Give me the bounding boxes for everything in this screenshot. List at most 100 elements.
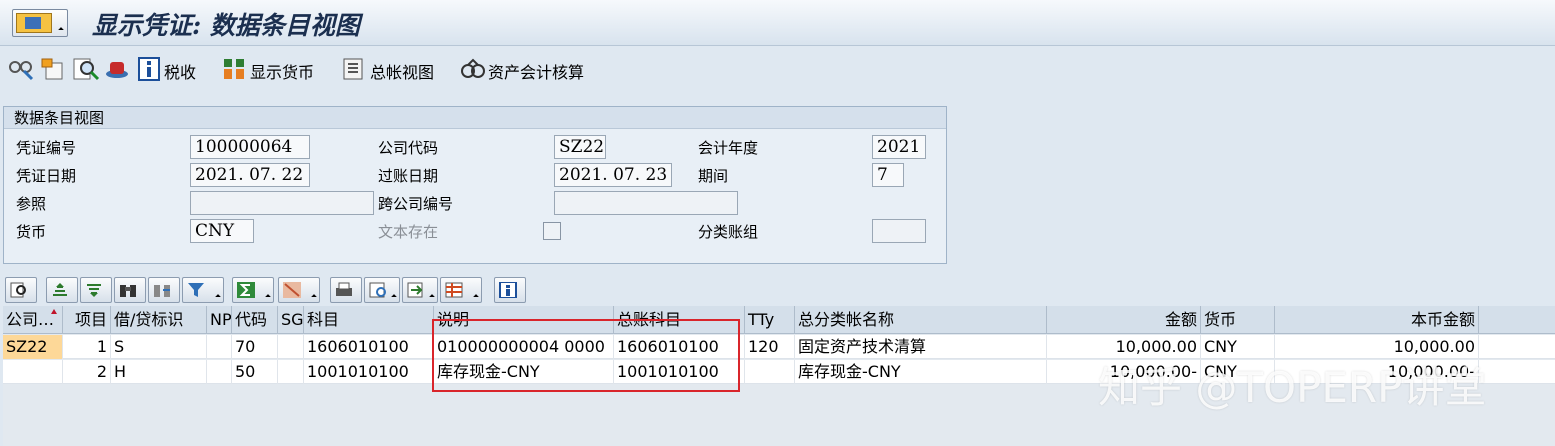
col-dc-indicator[interactable]: 借/贷标识 [111,306,207,334]
group-title: 数据条目视图 [4,107,946,129]
ledger-group-label: 分类账组 [698,223,759,241]
currency-label: 货币 [16,223,47,241]
find-button[interactable] [114,277,146,303]
doc-number-label: 凭证编号 [16,139,77,157]
print-button[interactable] [330,277,362,303]
sort-desc-button[interactable] [80,277,112,303]
filter-button[interactable] [182,277,224,303]
col-gl-name[interactable]: 总分类帐名称 [795,306,1047,334]
asset-icon[interactable] [460,57,486,81]
cell-np[interactable] [207,335,232,359]
col-amount[interactable]: 金额 [1047,306,1201,334]
export-button[interactable] [402,277,438,303]
info-icon [499,282,517,298]
info-icon[interactable] [138,57,160,81]
col-np[interactable]: NP [207,306,232,334]
doc-number-field[interactable]: 100000064 [190,135,310,159]
cell-sg[interactable] [278,360,304,384]
title-bar: 显示凭证: 数据条目视图 [0,0,1555,46]
fiscal-year-field[interactable]: 2021 [872,135,926,159]
cell-code[interactable]: 70 [232,335,278,359]
cell-item[interactable]: 1 [63,335,111,359]
currency-icon[interactable] [222,57,246,81]
asset-accounting-label[interactable]: 资产会计核算 [488,59,584,83]
find-next-button[interactable] [148,277,180,303]
menu-icon [16,13,52,33]
cell-account[interactable]: 1606010100 [304,335,434,359]
gl-view-label[interactable]: 总帐视图 [370,59,434,83]
layout-icon [445,282,463,298]
reference-label: 参照 [16,195,47,213]
period-field[interactable]: 7 [872,163,904,187]
company-code-field[interactable]: SZ22 [554,135,606,159]
alv-toolbar [0,274,1555,306]
text-exists-checkbox[interactable] [543,222,561,240]
filter-icon [188,283,204,297]
hat-icon[interactable] [104,57,130,81]
sort-descending-icon [87,284,101,297]
glasses-icon[interactable] [8,57,34,81]
cell-gl-name[interactable]: 库存现金-CNY [795,360,1047,384]
views-icon [369,282,386,298]
cell-tty[interactable]: 120 [745,335,795,359]
dropdown-arrow-icon [311,294,317,300]
cell-np[interactable] [207,360,232,384]
cell-gl-name[interactable]: 固定资产技术清算 [795,335,1047,359]
document-change-icon[interactable] [40,57,66,81]
posting-date-field[interactable]: 2021. 07. 23 [554,163,672,187]
col-code[interactable]: 代码 [232,306,278,334]
col-sg[interactable]: SG [278,306,304,334]
subtotal-icon [283,282,301,298]
system-menu-button[interactable] [12,9,68,37]
find-next-icon [154,285,170,297]
highlight-box [432,319,740,392]
cell-sg[interactable] [278,335,304,359]
col-tty[interactable]: TTy [745,306,795,334]
dropdown-arrow-icon [391,294,397,300]
col-item[interactable]: 项目 [63,306,111,334]
dropdown-arrow-icon [429,294,435,300]
cell-account[interactable]: 1001010100 [304,360,434,384]
reference-field[interactable] [190,191,374,215]
cell-item[interactable]: 2 [63,360,111,384]
table-header: 公司… 项目 借/贷标识 NP 代码 SG 科目 说明 总账科目 TTy 总分类… [3,306,1555,334]
details-button[interactable] [5,277,37,303]
watermark: 知乎 @TOPERP讲堂 [1098,363,1487,412]
cross-company-field[interactable] [554,191,738,215]
cell-dc[interactable]: H [111,360,207,384]
sort-asc-button[interactable] [46,277,78,303]
printer-icon [336,282,352,296]
fiscal-year-label: 会计年度 [698,139,759,157]
cell-company[interactable] [3,360,63,384]
views-button[interactable] [364,277,400,303]
sort-ascending-icon [53,283,67,296]
doc-date-field[interactable]: 2021. 07. 22 [190,163,310,187]
cell-company[interactable]: SZ22 [3,335,63,359]
dropdown-arrow-icon [265,294,271,300]
col-local-amount[interactable]: 本币金额 [1275,306,1479,334]
cell-dc[interactable]: S [111,335,207,359]
dropdown-arrow-icon [215,294,221,300]
alv-info-button[interactable] [494,277,526,303]
cell-tty[interactable] [745,360,795,384]
display-currency-label[interactable]: 显示货币 [250,59,314,83]
tax-button-label[interactable]: 税收 [164,59,196,83]
posting-date-label: 过账日期 [378,167,439,185]
ledger-icon[interactable] [342,57,366,81]
application-toolbar: 税收 显示货币 总帐视图 资产会计核算 [0,46,1555,92]
period-label: 期间 [698,167,729,185]
dropdown-arrow-icon [473,294,479,300]
ledger-group-field[interactable] [872,219,926,243]
col-account[interactable]: 科目 [304,306,434,334]
document-search-icon[interactable] [72,57,100,81]
currency-field[interactable]: CNY [190,219,254,243]
layout-button[interactable] [440,277,482,303]
subtotal-button[interactable] [278,277,320,303]
export-icon [407,282,423,298]
sum-icon [237,282,255,298]
sort-indicator-icon [51,309,57,314]
cell-code[interactable]: 50 [232,360,278,384]
magnifier-icon [10,282,26,298]
col-currency[interactable]: 货币 [1201,306,1275,334]
sum-button[interactable] [232,277,274,303]
